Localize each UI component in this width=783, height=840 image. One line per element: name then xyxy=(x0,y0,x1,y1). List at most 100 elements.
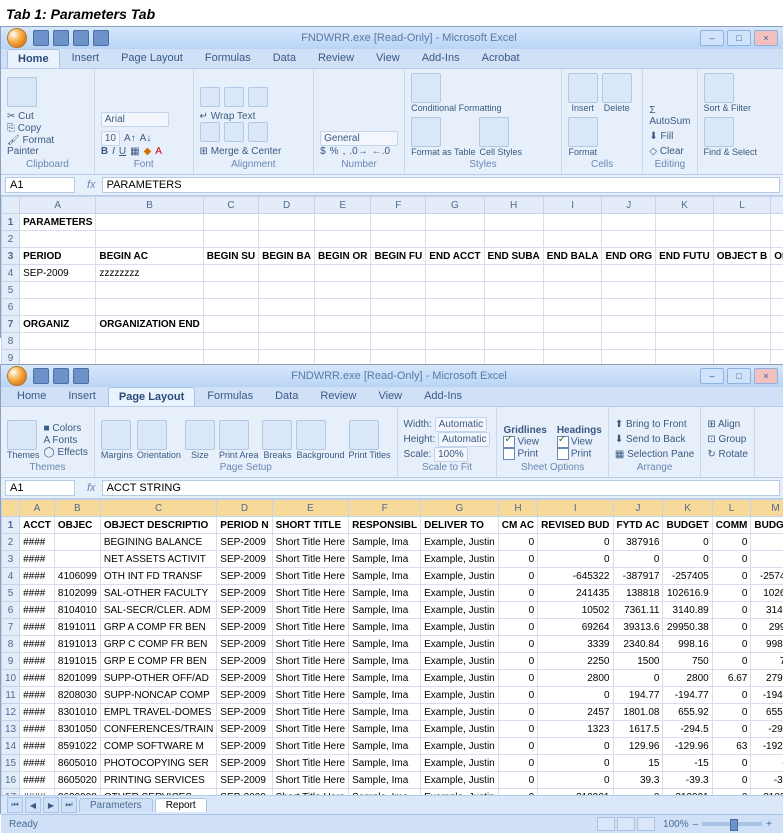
cell[interactable]: Short Title Here xyxy=(272,704,348,721)
cell[interactable]: zzzzzzzz xyxy=(96,265,203,282)
bold-button[interactable]: B xyxy=(101,146,108,157)
cell[interactable] xyxy=(259,231,315,248)
tab-last-icon[interactable]: ⏭ xyxy=(61,797,77,813)
col-header[interactable]: M xyxy=(751,500,783,517)
row-header[interactable]: 3 xyxy=(2,551,20,568)
cell[interactable]: 2800 xyxy=(663,670,712,687)
wrap-text-button[interactable]: ↵ Wrap Text xyxy=(200,111,256,122)
cell[interactable]: SEP-2009 xyxy=(20,265,96,282)
ribbon-tab-view[interactable]: View xyxy=(368,387,412,406)
cell[interactable]: #### xyxy=(20,619,55,636)
cell[interactable]: 8605010 xyxy=(54,755,100,772)
cell[interactable]: Sample, Ima xyxy=(349,772,421,789)
cell[interactable]: 2250 xyxy=(538,653,613,670)
cell[interactable]: 1801.08 xyxy=(613,704,663,721)
cell[interactable]: SEP-2009 xyxy=(217,721,272,738)
zoom-out-icon[interactable]: – xyxy=(693,819,699,830)
cell[interactable]: Sample, Ima xyxy=(349,619,421,636)
cell[interactable]: 8104010 xyxy=(54,602,100,619)
sheet-1[interactable]: ABCDEFGHIJKLMNOPQRS1PARAMETERS23PERIODBE… xyxy=(1,196,783,368)
cell[interactable]: ORGANIZ xyxy=(20,316,96,333)
cell[interactable]: #### xyxy=(20,551,55,568)
cell[interactable]: 0 xyxy=(498,721,537,738)
format-painter-button[interactable]: 🖌 Format Painter xyxy=(7,135,88,157)
cell[interactable]: #### xyxy=(20,568,55,585)
cell[interactable]: Example, Justin xyxy=(421,738,499,755)
cell[interactable]: -387917 xyxy=(613,568,663,585)
cell[interactable]: 8191015 xyxy=(54,653,100,670)
cell[interactable]: -294.5 xyxy=(751,721,783,738)
close-button[interactable]: × xyxy=(754,368,778,384)
cell[interactable] xyxy=(259,333,315,350)
cell[interactable] xyxy=(54,534,100,551)
tab-next-icon[interactable]: ▶ xyxy=(43,797,59,813)
cell[interactable]: 0 xyxy=(538,687,613,704)
cell[interactable] xyxy=(315,282,371,299)
cell[interactable]: 0 xyxy=(712,704,751,721)
cell[interactable]: 2800 xyxy=(538,670,613,687)
cell[interactable] xyxy=(426,316,484,333)
cell[interactable] xyxy=(96,231,203,248)
cell[interactable]: Example, Justin xyxy=(421,789,499,796)
ribbon-tab-review[interactable]: Review xyxy=(308,49,364,68)
row-header[interactable]: 13 xyxy=(2,721,20,738)
cell[interactable] xyxy=(315,333,371,350)
cell[interactable] xyxy=(96,282,203,299)
tab-prev-icon[interactable]: ◀ xyxy=(25,797,41,813)
cell[interactable]: -129.96 xyxy=(663,738,712,755)
cell[interactable] xyxy=(656,265,714,282)
cell[interactable]: 998.16 xyxy=(751,636,783,653)
cell[interactable]: #### xyxy=(20,721,55,738)
cell[interactable] xyxy=(371,231,426,248)
col-header[interactable]: A xyxy=(20,197,96,214)
cell[interactable] xyxy=(426,282,484,299)
cell[interactable]: OBJECT B xyxy=(713,248,771,265)
sheet-tab-parameters[interactable]: Parameters xyxy=(79,798,153,812)
cell[interactable]: Example, Justin xyxy=(421,602,499,619)
col-header[interactable]: E xyxy=(272,500,348,517)
align-bottom-icon[interactable] xyxy=(248,87,268,107)
cell[interactable] xyxy=(751,551,783,568)
row-header[interactable]: 4 xyxy=(2,568,20,585)
ribbon-tab-home[interactable]: Home xyxy=(7,49,60,68)
cell[interactable] xyxy=(426,231,484,248)
row-header[interactable]: 3 xyxy=(2,248,20,265)
cell[interactable]: -15 xyxy=(663,755,712,772)
send-back-button[interactable]: ⬇ Send to Back xyxy=(615,434,686,445)
cell[interactable]: #### xyxy=(20,687,55,704)
name-box-1[interactable]: A1 xyxy=(5,177,75,193)
row-header[interactable]: 5 xyxy=(2,585,20,602)
cell[interactable]: 0 xyxy=(498,670,537,687)
cell[interactable]: Short Title Here xyxy=(272,568,348,585)
cell[interactable] xyxy=(20,231,96,248)
cell[interactable]: Example, Justin xyxy=(421,551,499,568)
cell[interactable]: Sample, Ima xyxy=(349,585,421,602)
cell[interactable]: 0 xyxy=(498,534,537,551)
zoom-level[interactable]: 100% xyxy=(663,819,689,830)
cell[interactable]: REVISED BUD xyxy=(538,517,613,534)
ribbon-tab-review[interactable]: Review xyxy=(310,387,366,406)
col-header[interactable]: A xyxy=(20,500,55,517)
col-header[interactable]: L xyxy=(712,500,751,517)
cell[interactable]: 0 xyxy=(498,568,537,585)
cell[interactable] xyxy=(656,214,714,231)
cell[interactable]: 0 xyxy=(498,687,537,704)
cell[interactable] xyxy=(484,333,543,350)
cell[interactable]: 655.92 xyxy=(663,704,712,721)
align-left-icon[interactable] xyxy=(200,122,220,142)
align-top-icon[interactable] xyxy=(200,87,220,107)
font-name-select[interactable]: Arial xyxy=(101,112,169,127)
view-normal-icon[interactable] xyxy=(597,817,615,831)
cell[interactable]: Example, Justin xyxy=(421,534,499,551)
cut-button[interactable]: ✂ Cut xyxy=(7,111,88,122)
cell[interactable] xyxy=(96,333,203,350)
row-header[interactable]: 6 xyxy=(2,299,20,316)
cell[interactable]: 8301050 xyxy=(54,721,100,738)
fill-color-icon[interactable]: ◆ xyxy=(144,146,152,157)
cell[interactable]: Example, Justin xyxy=(421,585,499,602)
cell[interactable]: Sample, Ima xyxy=(349,636,421,653)
cell[interactable]: 2340.84 xyxy=(613,636,663,653)
cell[interactable] xyxy=(602,299,656,316)
minimize-button[interactable]: – xyxy=(700,368,724,384)
qat-print-icon[interactable] xyxy=(93,30,109,46)
